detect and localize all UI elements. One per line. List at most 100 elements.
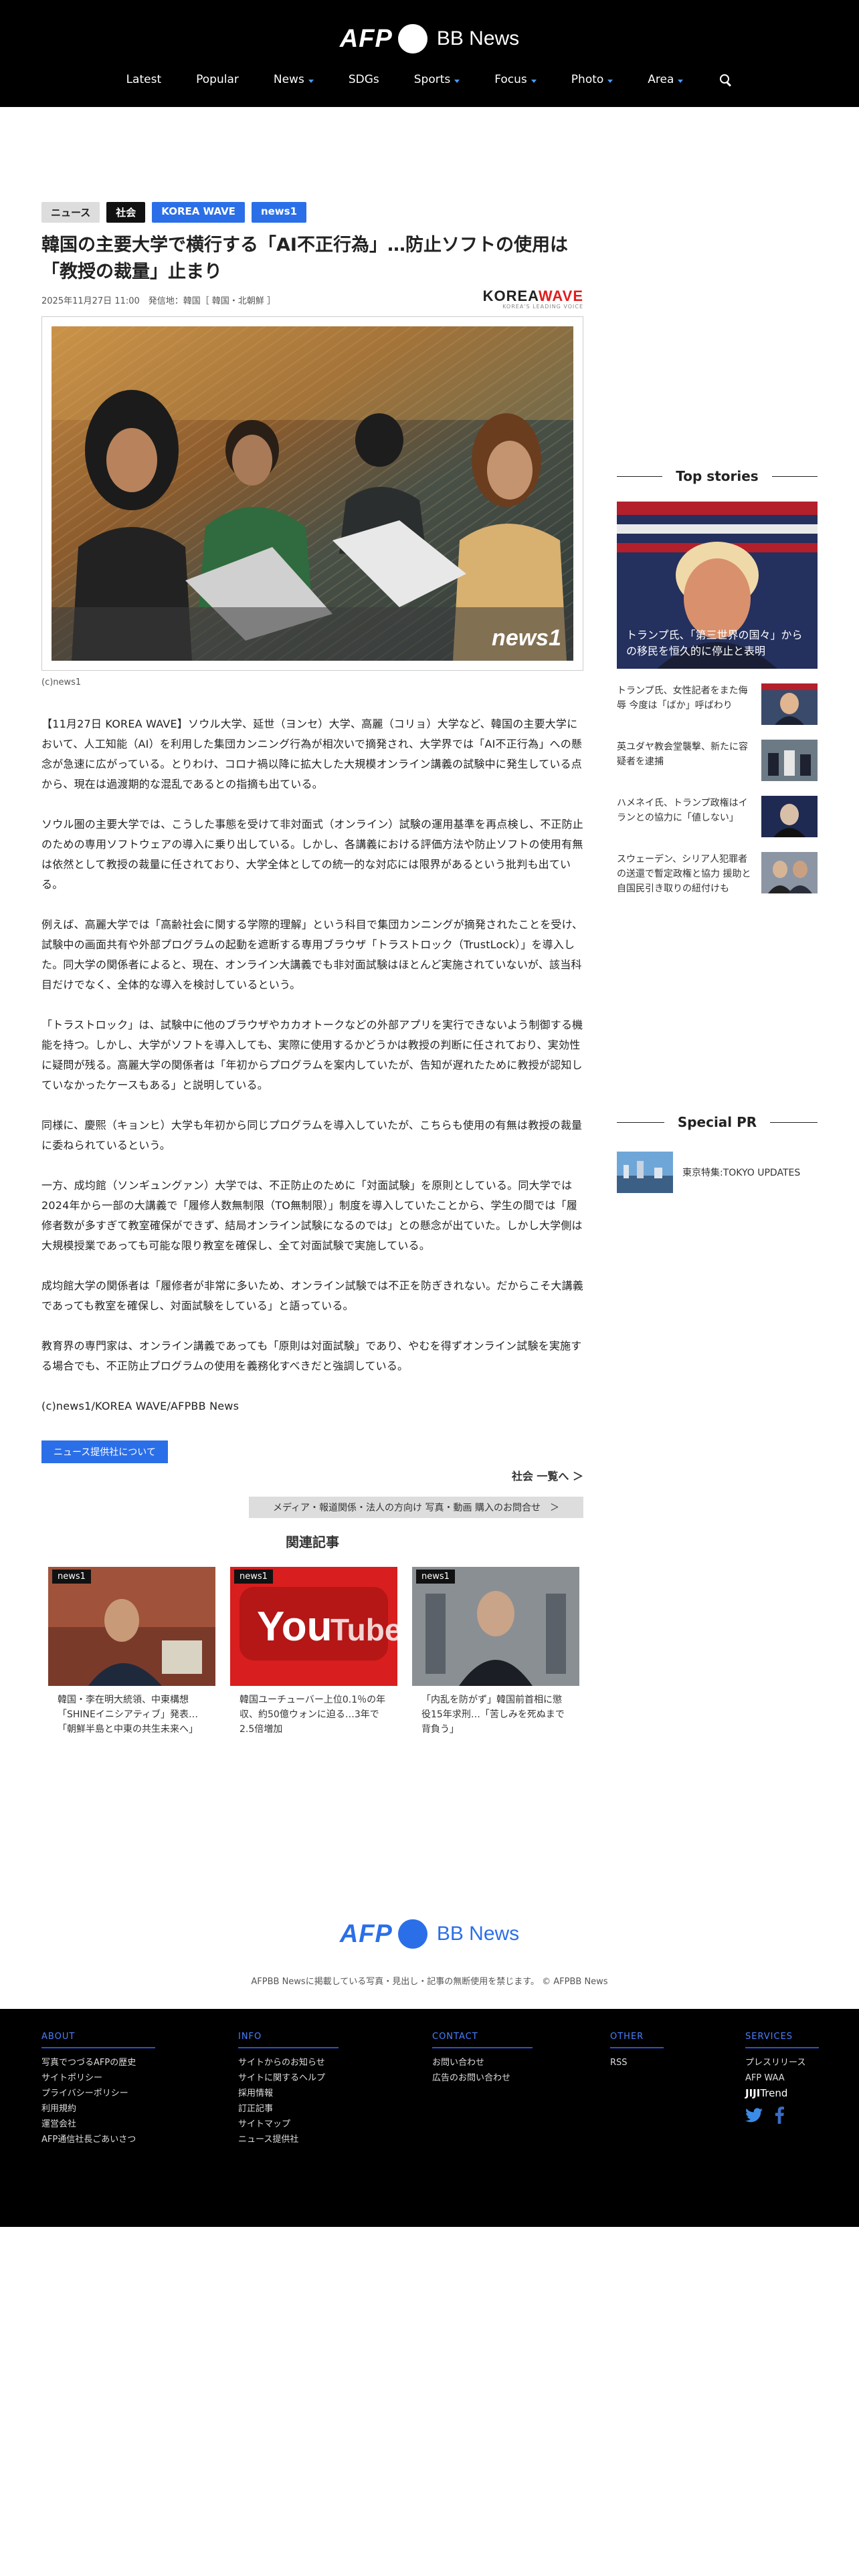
site-logo[interactable]: AFP BB News xyxy=(0,24,859,53)
footer-link[interactable]: 訂正記事 xyxy=(238,2101,339,2117)
footer-link[interactable]: 写真でつづるAFPの歴史 xyxy=(41,2055,155,2070)
svg-text:You: You xyxy=(257,1604,332,1650)
nav-sports[interactable]: Sports xyxy=(397,72,478,87)
search-icon xyxy=(718,72,733,87)
nav-popular[interactable]: Popular xyxy=(179,72,256,87)
jiji-trend-text: Trend xyxy=(760,2087,788,2099)
article-date: 2025年11月27日 11:00 xyxy=(41,296,140,306)
related-title: 「内乱を防がず」韓国前首相に懲役15年求刑…「苦しみを死ぬまで背負う」 xyxy=(421,1695,565,1735)
footer-col-contact: CONTACT お問い合わせ 広告のお問い合わせ xyxy=(432,2032,533,2086)
footer-col-services: SERVICES プレスリリース AFP WAA JIJITrend xyxy=(745,2032,819,2127)
footer-link[interactable]: 運営会社 xyxy=(41,2117,155,2132)
footer-link[interactable]: AFP通信社長ごあいさつ xyxy=(41,2132,155,2147)
related-article[interactable]: news1 「内乱を防がず」韓国前首相に懲役15年求刑…「苦しみを死ぬまで背負う… xyxy=(412,1567,579,1737)
article-title: 韓国の主要大学で横行する「AI不正行為」…防止ソフトの使用は「教授の裁量」止まり xyxy=(41,235,568,282)
news1-badge: news1 xyxy=(52,1570,91,1584)
news1-badge: news1 xyxy=(416,1570,455,1584)
footer-link[interactable]: ニュース提供社 xyxy=(238,2132,339,2147)
top-story-title: 英ユダヤ教会堂襲撃、新たに容疑者を逮捕 xyxy=(617,742,748,767)
footer-col-head: SERVICES xyxy=(745,2032,819,2048)
copyright-notice: AFPBB Newsに掲載している写真・見出し・記事の無断使用を禁じます。 © … xyxy=(251,1977,608,1987)
logo-accent-text: WAVE xyxy=(538,288,583,304)
nav-news[interactable]: News xyxy=(256,72,331,87)
article-body: 【11月27日 KOREA WAVE】ソウル大学、延世（ヨンセ）大学、高麗（コリ… xyxy=(41,714,583,1416)
category-list-link[interactable]: 社会 一覧へ ＞ xyxy=(41,1467,583,1483)
nav-sdgs[interactable]: SDGs xyxy=(331,72,397,87)
korea-wave-logo[interactable]: KOREAWAVE KOREA'S LEADING VOICE xyxy=(482,288,583,310)
nav-area[interactable]: Area xyxy=(630,72,700,87)
article-origin: 発信地：韓国［ 韓国・北朝鮮 ］ xyxy=(148,296,276,306)
related-title: 韓国・李在明大統領、中東構想「SHINEイニシアティブ」発表…「朝鮮半島と中東の… xyxy=(58,1695,199,1735)
footer-link[interactable]: プライバシーポリシー xyxy=(41,2086,155,2101)
logo-sub-text: KOREA'S LEADING VOICE xyxy=(502,304,583,310)
top-story-title: トランプ氏、女性記者をまた侮辱 今度は「ばか」呼ばわり xyxy=(617,685,748,711)
article: ニュース 社会 KOREA WAVE news1 韓国の主要大学で横行する「AI… xyxy=(41,202,583,1737)
tag-news[interactable]: ニュース xyxy=(41,202,100,223)
footer-link[interactable]: サイトポリシー xyxy=(41,2070,155,2086)
nav-search[interactable] xyxy=(700,72,750,87)
tag-society[interactable]: 社会 xyxy=(106,202,146,223)
logo-dot-icon xyxy=(397,1919,427,1949)
nav-label: Latest xyxy=(126,73,162,86)
purchase-contact-bar[interactable]: メディア・報道関係・法人の方向け 写真・動画 購入のお問合せ ＞ xyxy=(249,1497,583,1518)
nav-latest[interactable]: Latest xyxy=(109,72,179,87)
top-story-item[interactable]: スウェーデン、シリア人犯罪者の送還で暫定政権と協力 援助と自国民引き取りの紐付け… xyxy=(617,852,818,896)
footer-link[interactable]: 採用情報 xyxy=(238,2086,339,2101)
top-story-item[interactable]: ハメネイ氏、トランプ政権はイランとの協力に「値しない」 xyxy=(617,796,818,837)
footer-link[interactable]: サイトマップ xyxy=(238,2117,339,2132)
related-articles: news1 韓国・李在明大統領、中東構想「SHINEイニシアティブ」発表…「朝鮮… xyxy=(41,1567,583,1737)
paragraph: 成均館大学の関係者は「履修者が非常に多いため、オンライン試験では不正を防ぎきれな… xyxy=(41,1279,584,1312)
twitter-icon[interactable] xyxy=(745,2108,763,2125)
chevron-down-icon xyxy=(308,79,314,83)
related-thumbnail: You Tube news1 xyxy=(230,1567,397,1686)
related-article[interactable]: news1 韓国・李在明大統領、中東構想「SHINEイニシアティブ」発表…「朝鮮… xyxy=(48,1567,215,1737)
footer-link[interactable]: AFP WAA xyxy=(745,2070,819,2086)
footer-link[interactable]: RSS xyxy=(610,2055,664,2070)
article-photo[interactable]: news1 xyxy=(52,326,573,661)
top-story-thumbnail xyxy=(761,740,818,781)
tag-news1[interactable]: news1 xyxy=(251,202,307,223)
related-image: You Tube xyxy=(230,1567,397,1686)
article-tags: ニュース 社会 KOREA WAVE news1 xyxy=(41,202,583,223)
paragraph: 例えば、高麗大学では「高齢社会に関する学際的理解」という科目で集団カンニングが摘… xyxy=(41,918,583,991)
paragraph: ソウル圏の主要大学では、こうした事態を受けて非対面式（オンライン）試験の運用基準… xyxy=(41,818,584,891)
special-pr-item[interactable]: 東京特集:TOKYO UPDATES xyxy=(617,1152,818,1193)
related-article[interactable]: You Tube news1 韓国ユーチューバー上位0.1％の年収、約50億ウォ… xyxy=(230,1567,397,1737)
related-image xyxy=(48,1567,215,1686)
nav-photo[interactable]: Photo xyxy=(554,72,631,87)
footer-logo[interactable]: AFP BB News xyxy=(0,1919,859,1949)
top-story-item[interactable]: 英ユダヤ教会堂襲撃、新たに容疑者を逮捕 xyxy=(617,740,818,781)
footer-col-head: OTHER xyxy=(610,2032,664,2048)
news-provider-button[interactable]: ニュース提供社について xyxy=(41,1440,168,1463)
footer-col-head: ABOUT xyxy=(41,2032,155,2048)
nav-label: Sports xyxy=(413,73,451,86)
nav-label: News xyxy=(273,73,304,86)
nav-focus[interactable]: Focus xyxy=(477,72,554,87)
logo-afp-text: AFP xyxy=(339,1919,393,1948)
footer-link[interactable]: 広告のお問い合わせ xyxy=(432,2070,533,2086)
photo-illustration xyxy=(52,326,573,661)
divider xyxy=(617,475,663,477)
tag-korea-wave[interactable]: KOREA WAVE xyxy=(152,202,245,223)
footer-link[interactable]: サイトからのお知らせ xyxy=(238,2055,339,2070)
logo-main-text: KOREA xyxy=(482,288,539,304)
top-story-thumbnail xyxy=(761,683,818,725)
related-thumbnail: news1 xyxy=(412,1567,579,1686)
sidebar: Top stories トランプ氏、「第三世界の国々」からの移民を恒久的に停止と… xyxy=(617,468,818,1193)
logo-bb-text: BB News xyxy=(436,1923,520,1945)
top-story-item[interactable]: トランプ氏、女性記者をまた侮辱 今度は「ばか」呼ばわり xyxy=(617,683,818,725)
jiji-trend-link[interactable]: JIJITrend xyxy=(745,2086,819,2101)
facebook-icon[interactable] xyxy=(775,2107,784,2127)
top-story-main[interactable]: トランプ氏、「第三世界の国々」からの移民を恒久的に停止と表明 xyxy=(617,502,818,669)
footer-col-about: ABOUT 写真でつづるAFPの歴史 サイトポリシー プライバシーポリシー 利用… xyxy=(41,2032,155,2147)
footer-link[interactable]: お問い合わせ xyxy=(432,2055,533,2070)
chevron-down-icon xyxy=(531,79,537,83)
top-story-thumbnail xyxy=(761,852,818,893)
footer-link[interactable]: サイトに関するヘルプ xyxy=(238,2070,339,2086)
article-source-credit: (c)news1/KOREA WAVE/AFPBB News xyxy=(41,1400,240,1412)
footer-link[interactable]: 利用規約 xyxy=(41,2101,155,2117)
footer-col-other: OTHER RSS xyxy=(610,2032,664,2070)
special-pr-header: Special PR xyxy=(617,1114,818,1130)
footer-link[interactable]: プレスリリース xyxy=(745,2055,819,2070)
top-story-title: スウェーデン、シリア人犯罪者の送還で暫定政権と協力 援助と自国民引き取りの紐付け… xyxy=(617,854,751,894)
